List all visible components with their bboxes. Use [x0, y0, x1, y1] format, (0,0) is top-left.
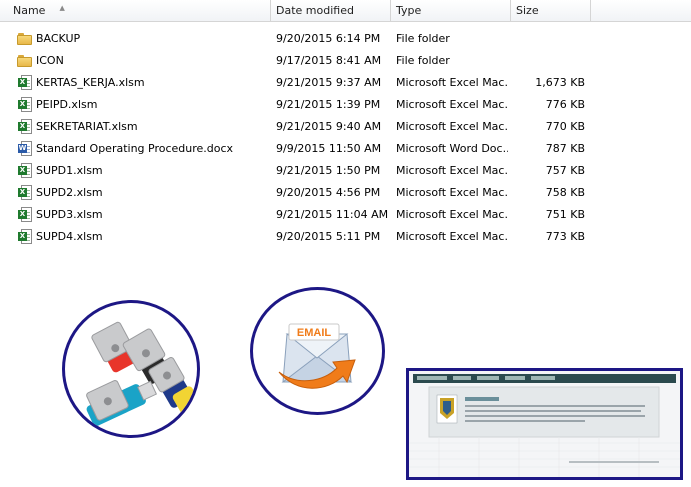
file-name: KERTAS_KERJA.xlsm: [36, 76, 145, 89]
file-name: SUPD1.xlsm: [36, 164, 103, 177]
file-size: 757 KB: [545, 164, 585, 177]
email-label: EMAIL: [297, 327, 332, 339]
file-date-modified: 9/9/2015 11:50 AM: [276, 142, 382, 155]
file-type: Microsoft Excel Mac...: [396, 208, 508, 221]
file-row[interactable]: X KERTAS_KERJA.xlsm 9/21/2015 9:37 AM Micro…: [0, 72, 600, 94]
excel-file-icon: X: [17, 226, 34, 248]
file-name: SUPD2.xlsm: [36, 186, 103, 199]
file-type: Microsoft Excel Mac...: [396, 120, 508, 133]
file-type: Microsoft Excel Mac...: [396, 186, 508, 199]
file-row[interactable]: X SEKRETARIAT.xlsm 9/21/2015 9:40 AM Micros…: [0, 116, 600, 138]
file-name: Standard Operating Procedure.docx: [36, 142, 234, 155]
column-header-type-label: Type: [396, 4, 422, 17]
file-row[interactable]: X SUPD1.xlsm 9/21/2015 1:50 PM Microsoft Ex…: [0, 160, 600, 182]
file-type: Microsoft Excel Mac...: [396, 164, 508, 177]
column-header-type[interactable]: Type: [391, 0, 511, 21]
file-size: [511, 50, 585, 72]
usb-drives-image: [86, 321, 197, 426]
excel-file-icon: X: [17, 116, 34, 138]
file-row[interactable]: X PEIPD.xlsm 9/21/2015 1:39 PM Microsoft Ex…: [0, 94, 600, 116]
file-name: BACKUP: [36, 32, 81, 45]
file-date-modified: 9/17/2015 8:41 AM: [276, 54, 382, 67]
excel-file-icon: X: [17, 204, 34, 226]
column-header-size[interactable]: Size: [511, 0, 591, 21]
file-size: 758 KB: [545, 186, 585, 199]
file-row[interactable]: ICON 9/17/2015 8:41 AM File folder: [0, 50, 600, 72]
excel-file-icon: X: [17, 72, 34, 94]
file-row[interactable]: X SUPD4.xlsm 9/20/2015 5:11 PM Microsoft Ex…: [0, 226, 600, 248]
excel-file-icon: X: [17, 94, 34, 116]
file-size: 787 KB: [545, 142, 585, 155]
file-type: Microsoft Excel Mac...: [396, 98, 508, 111]
website-screenshot-thumbnail: [406, 368, 683, 480]
file-date-modified: 9/21/2015 1:39 PM: [276, 98, 381, 111]
file-date-modified: 9/21/2015 9:40 AM: [276, 120, 382, 133]
excel-file-icon: X: [17, 160, 34, 182]
file-row[interactable]: W Standard Operating Procedure.docx 9/9/20…: [0, 138, 600, 160]
file-type: Microsoft Excel Mac...: [396, 230, 508, 243]
usb-drives-illustration: [62, 300, 200, 438]
file-type: File folder: [396, 32, 450, 45]
column-header-date[interactable]: Date modified: [271, 0, 391, 21]
file-date-modified: 9/21/2015 9:37 AM: [276, 76, 382, 89]
column-header-date-label: Date modified: [276, 4, 354, 17]
sort-ascending-icon: ▲: [59, 4, 65, 12]
file-type: File folder: [396, 54, 450, 67]
file-date-modified: 9/20/2015 5:11 PM: [276, 230, 381, 243]
folder-icon: [17, 28, 34, 50]
file-date-modified: 9/21/2015 11:04 AM: [276, 208, 388, 221]
file-size: 751 KB: [545, 208, 585, 221]
email-illustration: EMAIL: [250, 287, 385, 415]
word-file-icon: W: [17, 138, 34, 160]
folder-icon: [17, 50, 34, 72]
file-name: SUPD3.xlsm: [36, 208, 103, 221]
file-size: 776 KB: [545, 98, 585, 111]
file-type: Microsoft Excel Mac...: [396, 76, 508, 89]
file-size: 770 KB: [545, 120, 585, 133]
column-header-name-label: Name: [13, 4, 46, 17]
website-screenshot-image: [409, 371, 680, 477]
file-row[interactable]: X SUPD3.xlsm 9/21/2015 11:04 AM Microsoft E…: [0, 204, 600, 226]
file-size: 1,673 KB: [535, 76, 585, 89]
file-row[interactable]: X SUPD2.xlsm 9/20/2015 4:56 PM Microsoft Ex…: [0, 182, 600, 204]
column-header-size-label: Size: [516, 4, 539, 17]
file-date-modified: 9/20/2015 4:56 PM: [276, 186, 381, 199]
file-type: Microsoft Word Doc...: [396, 142, 508, 155]
excel-file-icon: X: [17, 182, 34, 204]
file-name: ICON: [36, 54, 64, 67]
file-date-modified: 9/20/2015 6:14 PM: [276, 32, 381, 45]
file-name: PEIPD.xlsm: [36, 98, 98, 111]
column-header-name[interactable]: Name ▲: [8, 0, 271, 21]
file-size: 773 KB: [545, 230, 585, 243]
column-header-bar: Name ▲ Date modified Type Size: [0, 0, 691, 22]
file-name: SEKRETARIAT.xlsm: [36, 120, 138, 133]
email-envelope-image: EMAIL: [278, 323, 356, 389]
file-row[interactable]: BACKUP 9/20/2015 6:14 PM File folder: [0, 28, 600, 50]
file-size: [511, 28, 585, 50]
file-name: SUPD4.xlsm: [36, 230, 103, 243]
file-date-modified: 9/21/2015 1:50 PM: [276, 164, 381, 177]
